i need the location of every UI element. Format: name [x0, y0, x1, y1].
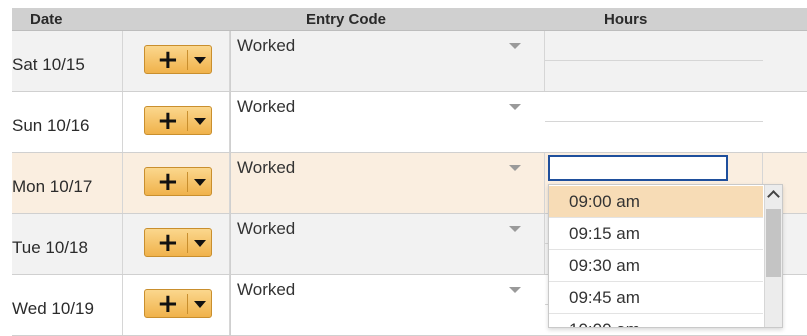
hours-start-field[interactable]	[545, 92, 763, 122]
caret-down-icon[interactable]	[194, 301, 206, 308]
row-date: Mon 10/17	[12, 177, 93, 196]
time-option[interactable]: 09:30 am	[549, 250, 763, 282]
entry-code-select[interactable]: Worked	[230, 31, 545, 91]
entry-code-select[interactable]: Worked	[230, 153, 545, 213]
row-date: Sun 10/16	[12, 116, 90, 135]
time-option[interactable]: 09:00 am	[549, 186, 763, 218]
row-date: Tue 10/18	[12, 238, 88, 257]
dropdown-scrollbar[interactable]	[764, 185, 782, 327]
chevron-down-icon[interactable]	[509, 165, 521, 171]
table-row: Sat 10/15 + Worked	[12, 31, 807, 92]
chevron-down-icon[interactable]	[509, 226, 521, 232]
entry-code-value: Worked	[237, 280, 296, 299]
entry-code-value: Worked	[237, 97, 296, 116]
row-date: Wed 10/19	[12, 299, 94, 318]
column-header-hours: Hours	[604, 11, 648, 28]
time-option[interactable]: 09:45 am	[549, 282, 763, 314]
caret-down-icon[interactable]	[194, 179, 206, 186]
chevron-down-icon[interactable]	[509, 287, 521, 293]
add-entry-button[interactable]: +	[144, 106, 212, 135]
add-entry-button[interactable]: +	[144, 228, 212, 257]
entry-code-select[interactable]: Worked	[230, 214, 545, 274]
time-dropdown-list[interactable]: 09:00 am 09:15 am 09:30 am 09:45 am 10:0…	[548, 184, 783, 328]
caret-down-icon[interactable]	[194, 57, 206, 64]
hours-start-field[interactable]	[545, 31, 763, 61]
plus-icon: +	[157, 45, 179, 75]
entry-code-value: Worked	[237, 158, 296, 177]
entry-code-value: Worked	[237, 219, 296, 238]
caret-down-icon[interactable]	[194, 118, 206, 125]
chevron-down-icon[interactable]	[509, 43, 521, 49]
hours-end-field[interactable]	[545, 61, 763, 91]
scroll-thumb[interactable]	[766, 209, 781, 277]
hours-end-field[interactable]	[545, 122, 763, 152]
entry-code-select[interactable]: Worked	[230, 275, 545, 335]
entry-code-value: Worked	[237, 36, 296, 55]
column-header-entry-code: Entry Code	[306, 11, 387, 28]
add-entry-button[interactable]: +	[144, 45, 212, 74]
plus-icon: +	[157, 228, 179, 258]
table-header: Date Entry Code Hours	[12, 8, 807, 31]
column-header-date: Date	[30, 11, 63, 28]
time-option[interactable]: 09:15 am	[549, 218, 763, 250]
scroll-up-button[interactable]	[765, 185, 782, 207]
hours-start-field[interactable]	[548, 155, 728, 181]
add-entry-button[interactable]: +	[144, 289, 212, 318]
chevron-up-icon	[767, 190, 780, 203]
caret-down-icon[interactable]	[194, 240, 206, 247]
plus-icon: +	[157, 167, 179, 197]
chevron-down-icon[interactable]	[509, 104, 521, 110]
plus-icon: +	[157, 106, 179, 136]
row-date: Sat 10/15	[12, 55, 85, 74]
add-entry-button[interactable]: +	[144, 167, 212, 196]
plus-icon: +	[157, 289, 179, 319]
table-row: Sun 10/16 + Worked	[12, 92, 807, 153]
entry-code-select[interactable]: Worked	[230, 92, 545, 152]
